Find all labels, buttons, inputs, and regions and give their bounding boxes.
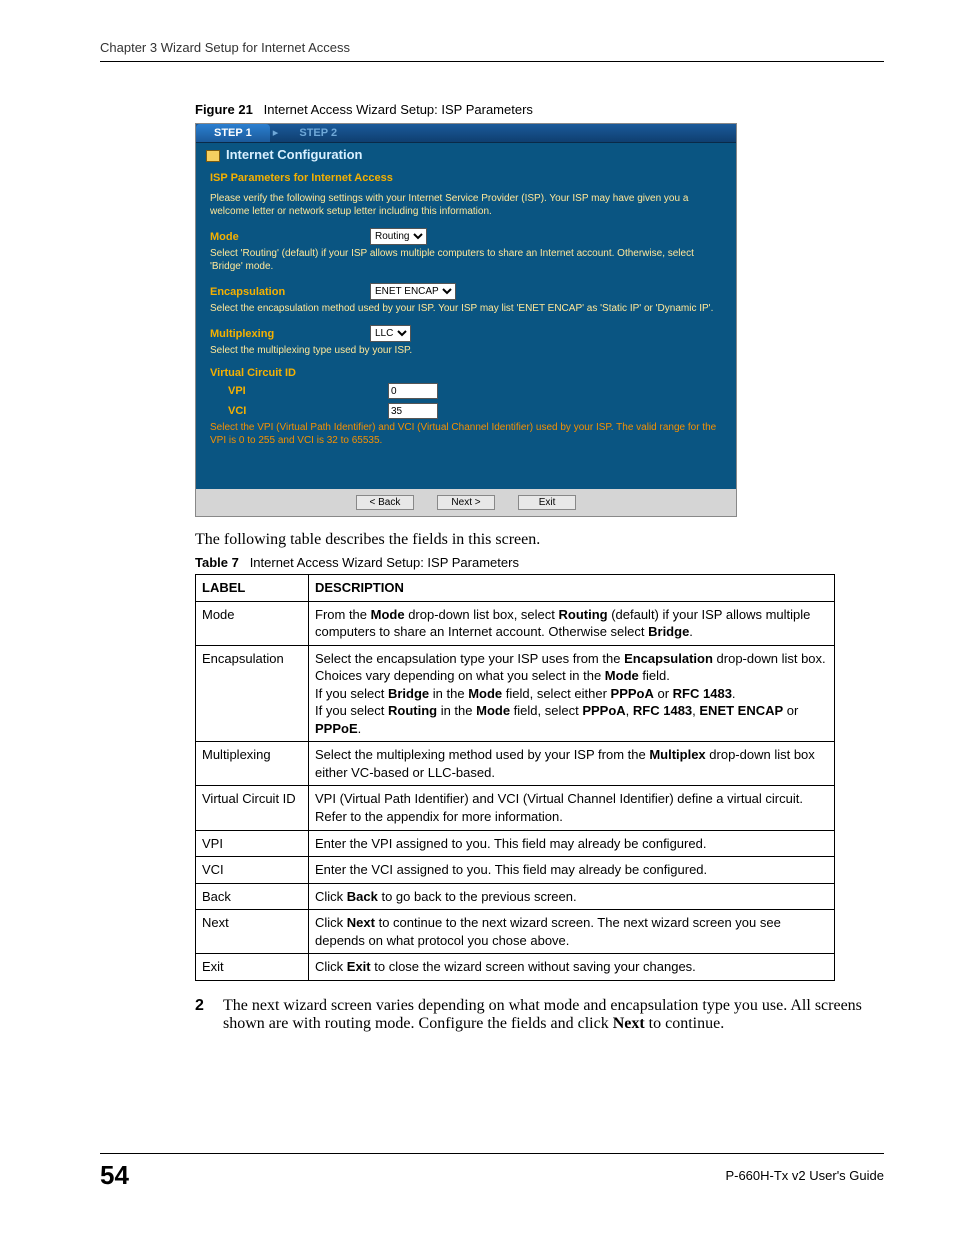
cell-label: VCI — [196, 857, 309, 884]
cell-label: Next — [196, 910, 309, 954]
vcid-label: Virtual Circuit ID — [210, 367, 370, 379]
wizard-steps: STEP 1 ▸ STEP 2 — [196, 124, 736, 143]
table-row: Next Click Next to continue to the next … — [196, 910, 835, 954]
cell-label: Multiplexing — [196, 742, 309, 786]
wizard-title-text: Internet Configuration — [226, 147, 363, 162]
cell-desc: VPI (Virtual Path Identifier) and VCI (V… — [309, 786, 835, 830]
wizard-screenshot: STEP 1 ▸ STEP 2 Internet Configuration I… — [195, 123, 737, 517]
table-title: Internet Access Wizard Setup: ISP Parame… — [250, 555, 519, 570]
cell-label: Exit — [196, 954, 309, 981]
cell-label: Mode — [196, 601, 309, 645]
table-label: Table 7 — [195, 555, 239, 570]
wizard-footer: < Back Next > Exit — [196, 489, 736, 516]
back-button[interactable]: < Back — [356, 495, 414, 510]
th-label: LABEL — [196, 575, 309, 602]
cell-desc: Click Back to go back to the previous sc… — [309, 883, 835, 910]
vci-label: VCI — [210, 405, 388, 417]
table-row: Multiplexing Select the multiplexing met… — [196, 742, 835, 786]
multiplexing-label: Multiplexing — [210, 328, 370, 340]
page-number: 54 — [100, 1160, 129, 1191]
cell-desc: Select the multiplexing method used by y… — [309, 742, 835, 786]
step-1-tab[interactable]: STEP 1 — [196, 124, 270, 142]
cell-desc: From the Mode drop-down list box, select… — [309, 601, 835, 645]
cell-label: VPI — [196, 830, 309, 857]
cell-label: Back — [196, 883, 309, 910]
table-row: Virtual Circuit ID VPI (Virtual Path Ide… — [196, 786, 835, 830]
cell-label: Encapsulation — [196, 645, 309, 742]
table-row: Encapsulation Select the encapsulation t… — [196, 645, 835, 742]
after-figure-text: The following table describes the fields… — [100, 531, 884, 549]
table-caption: Table 7 Internet Access Wizard Setup: IS… — [100, 555, 884, 570]
cell-desc: Select the encapsulation type your ISP u… — [309, 645, 835, 742]
parameters-table: LABEL DESCRIPTION Mode From the Mode dro… — [195, 574, 835, 981]
chapter-header: Chapter 3 Wizard Setup for Internet Acce… — [100, 40, 884, 62]
th-description: DESCRIPTION — [309, 575, 835, 602]
figure-label: Figure 21 — [195, 102, 253, 117]
table-row: VCI Enter the VCI assigned to you. This … — [196, 857, 835, 884]
step-number: 2 — [195, 997, 223, 1033]
cell-desc: Enter the VPI assigned to you. This fiel… — [309, 830, 835, 857]
encapsulation-help: Select the encapsulation method used by … — [210, 302, 722, 315]
cell-label: Virtual Circuit ID — [196, 786, 309, 830]
cell-desc: Click Exit to close the wizard screen wi… — [309, 954, 835, 981]
figure-title: Internet Access Wizard Setup: ISP Parame… — [264, 102, 533, 117]
table-header-row: LABEL DESCRIPTION — [196, 575, 835, 602]
step-text-before: The next wizard screen varies depending … — [223, 997, 862, 1032]
step-2-tab[interactable]: STEP 2 — [281, 124, 355, 142]
encapsulation-select[interactable]: ENET ENCAP — [370, 283, 456, 300]
vcid-help: Select the VPI (Virtual Path Identifier)… — [210, 421, 722, 447]
exit-button[interactable]: Exit — [518, 495, 576, 510]
mode-label: Mode — [210, 231, 370, 243]
vpi-label: VPI — [210, 385, 388, 397]
multiplexing-help: Select the multiplexing type used by you… — [210, 344, 722, 357]
step-text: The next wizard screen varies depending … — [223, 997, 884, 1033]
table-row: Exit Click Exit to close the wizard scre… — [196, 954, 835, 981]
figure-caption: Figure 21 Internet Access Wizard Setup: … — [100, 102, 884, 117]
intro-text: Please verify the following settings wit… — [210, 192, 722, 218]
table-row: VPI Enter the VPI assigned to you. This … — [196, 830, 835, 857]
step-text-after: to continue. — [645, 1015, 725, 1032]
folder-icon — [206, 150, 220, 162]
mode-help: Select 'Routing' (default) if your ISP a… — [210, 247, 722, 273]
vci-input[interactable] — [388, 403, 438, 419]
section-heading: ISP Parameters for Internet Access — [210, 172, 722, 184]
step-arrow-icon: ▸ — [273, 127, 279, 139]
multiplexing-select[interactable]: LLC — [370, 325, 411, 342]
step-text-bold: Next — [613, 1015, 645, 1032]
encapsulation-label: Encapsulation — [210, 286, 370, 298]
cell-desc: Click Next to continue to the next wizar… — [309, 910, 835, 954]
guide-name: P-660H-Tx v2 User's Guide — [725, 1168, 884, 1183]
mode-select[interactable]: Routing — [370, 228, 427, 245]
next-button[interactable]: Next > — [437, 495, 495, 510]
vpi-input[interactable] — [388, 383, 438, 399]
table-row: Back Click Back to go back to the previo… — [196, 883, 835, 910]
numbered-step: 2 The next wizard screen varies dependin… — [100, 997, 884, 1033]
cell-desc: Enter the VCI assigned to you. This fiel… — [309, 857, 835, 884]
table-row: Mode From the Mode drop-down list box, s… — [196, 601, 835, 645]
page-footer: 54 P-660H-Tx v2 User's Guide — [100, 1153, 884, 1191]
wizard-title: Internet Configuration — [196, 143, 736, 166]
